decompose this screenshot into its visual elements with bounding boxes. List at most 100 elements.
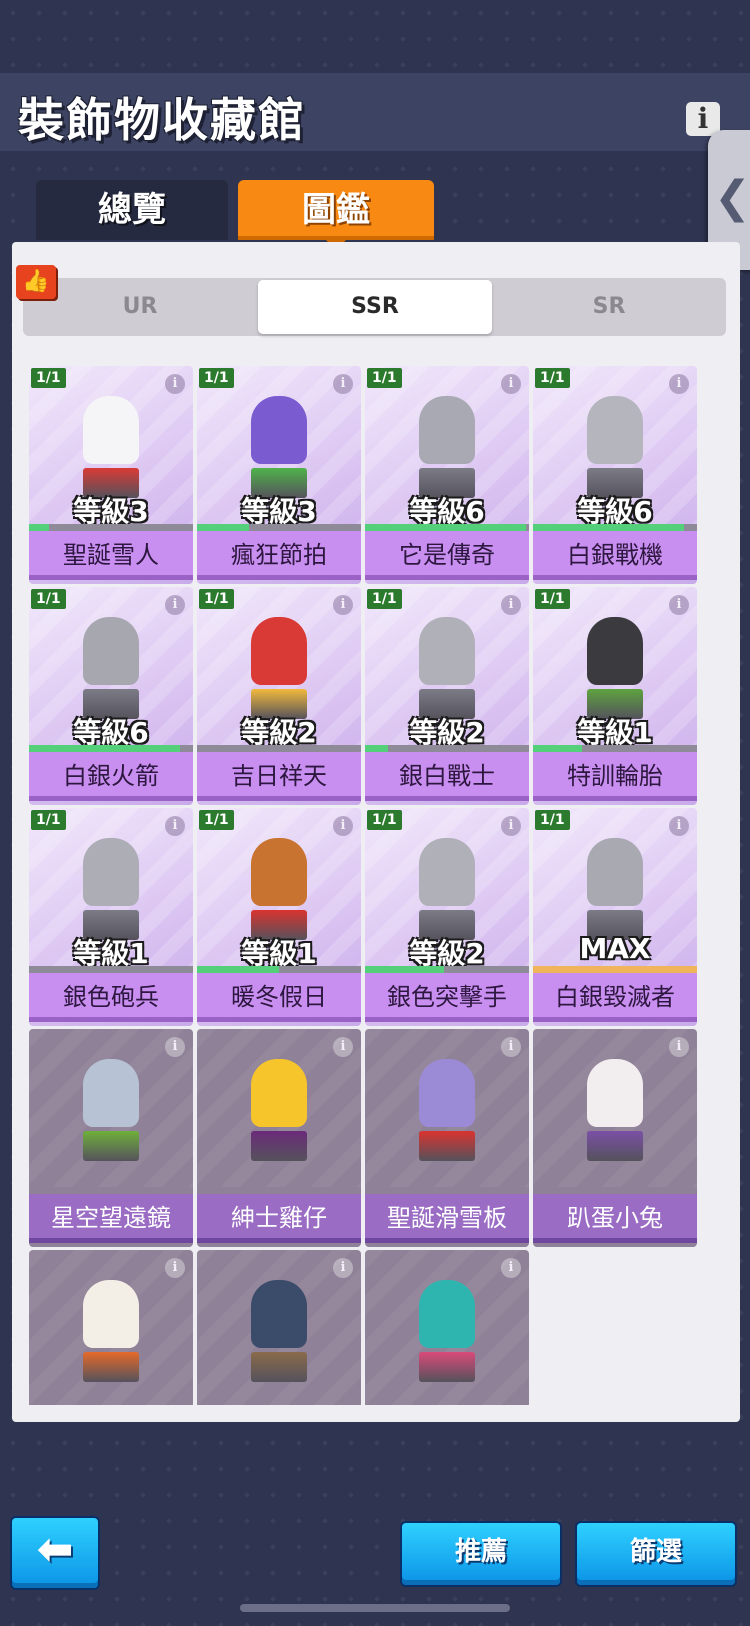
decoration-name: 白銀火箭 xyxy=(29,752,193,801)
decoration-card[interactable]: i 趴蛋小兔 xyxy=(533,1029,697,1247)
decoration-image xyxy=(565,388,665,500)
decoration-card[interactable]: 1/1 i 等級1 暖冬假日 xyxy=(197,808,361,1026)
decoration-card[interactable]: i 紳士雞仔 xyxy=(197,1029,361,1247)
level-progress-bar xyxy=(197,745,361,752)
decoration-name: 白銀戰機 xyxy=(533,531,697,580)
decoration-card[interactable]: 1/1 i 等級2 吉日祥天 xyxy=(197,587,361,805)
info-icon[interactable]: i xyxy=(501,1258,521,1278)
decoration-card[interactable]: i xyxy=(197,1250,361,1405)
decoration-card[interactable]: i xyxy=(29,1250,193,1405)
arrow-left-icon: ⬅ xyxy=(36,1524,74,1575)
info-icon[interactable]: i xyxy=(501,374,521,394)
count-badge: 1/1 xyxy=(31,589,66,609)
level-progress-bar xyxy=(533,524,697,531)
decoration-image xyxy=(397,1051,497,1163)
decoration-card[interactable]: 1/1 i MAX 白銀毀滅者 xyxy=(533,808,697,1026)
decoration-card[interactable]: 1/1 i 等級2 銀色突擊手 xyxy=(365,808,529,1026)
decoration-name: 銀白戰士 xyxy=(365,752,529,801)
decoration-card[interactable]: i 星空望遠鏡 xyxy=(29,1029,193,1247)
info-icon[interactable]: i xyxy=(333,1037,353,1057)
info-icon[interactable]: i xyxy=(501,1037,521,1057)
rarity-tab-ur[interactable]: UR xyxy=(23,278,257,336)
tab-catalog[interactable]: 圖鑑 xyxy=(238,180,434,250)
tab-overview[interactable]: 總覽 xyxy=(36,180,228,240)
decoration-image xyxy=(565,1051,665,1163)
filter-button[interactable]: 篩選 xyxy=(577,1523,735,1585)
level-progress-bar xyxy=(29,745,193,752)
decoration-image xyxy=(229,1051,329,1163)
decoration-image xyxy=(61,830,161,942)
decoration-card[interactable]: 1/1 i 等級6 它是傳奇 xyxy=(365,366,529,584)
count-badge: 1/1 xyxy=(199,589,234,609)
rarity-tab-sr[interactable]: SR xyxy=(492,278,726,336)
decoration-card[interactable]: 1/1 i 等級1 銀色砲兵 xyxy=(29,808,193,1026)
decoration-name: 星空望遠鏡 xyxy=(29,1194,193,1243)
decoration-card[interactable]: 1/1 i 等級3 聖誕雪人 xyxy=(29,366,193,584)
info-icon[interactable]: i xyxy=(669,816,689,836)
decoration-card[interactable]: i 聖誕滑雪板 xyxy=(365,1029,529,1247)
level-progress-bar xyxy=(365,745,529,752)
decoration-image xyxy=(397,1272,497,1384)
level-progress-bar xyxy=(365,524,529,531)
decoration-image xyxy=(229,609,329,721)
decoration-image xyxy=(61,1051,161,1163)
count-badge: 1/1 xyxy=(367,368,402,388)
count-badge: 1/1 xyxy=(535,810,570,830)
decoration-card[interactable]: 1/1 i 等級3 瘋狂節拍 xyxy=(197,366,361,584)
decoration-image xyxy=(397,609,497,721)
decoration-name: 紳士雞仔 xyxy=(197,1194,361,1243)
info-icon[interactable]: i xyxy=(501,595,521,615)
decoration-name: 聖誕雪人 xyxy=(29,531,193,580)
info-icon[interactable]: i xyxy=(669,1037,689,1057)
count-badge: 1/1 xyxy=(199,810,234,830)
decoration-card[interactable]: 1/1 i 等級2 銀白戰士 xyxy=(365,587,529,805)
decoration-name: 暖冬假日 xyxy=(197,973,361,1022)
count-badge: 1/1 xyxy=(199,368,234,388)
recommend-button[interactable]: 推薦 xyxy=(402,1523,560,1585)
info-icon[interactable]: i xyxy=(333,1258,353,1278)
decoration-image xyxy=(229,1272,329,1384)
decoration-image xyxy=(61,1272,161,1384)
info-icon[interactable]: i xyxy=(333,595,353,615)
info-icon[interactable]: i xyxy=(501,816,521,836)
level-progress-bar xyxy=(533,966,697,973)
decoration-name: 它是傳奇 xyxy=(365,531,529,580)
level-progress-bar xyxy=(197,524,361,531)
decoration-card[interactable]: 1/1 i 等級6 白銀戰機 xyxy=(533,366,697,584)
decoration-name: 瘋狂節拍 xyxy=(197,531,361,580)
page-title: 裝飾物收藏館 xyxy=(18,93,306,147)
back-button[interactable]: ⬅ xyxy=(12,1518,98,1588)
decoration-image xyxy=(565,830,665,942)
level-progress-bar xyxy=(197,966,361,973)
decoration-grid: 1/1 i 等級3 聖誕雪人 1/1 i 等級3 瘋狂節拍 1/1 i 等級6 它是傳奇 1/1 i 等級6… xyxy=(12,355,740,1405)
decoration-card[interactable]: i xyxy=(365,1250,529,1405)
info-icon[interactable]: i xyxy=(165,816,185,836)
info-icon[interactable]: i xyxy=(669,595,689,615)
home-indicator xyxy=(240,1604,510,1612)
info-icon[interactable]: i xyxy=(165,1037,185,1057)
decoration-image xyxy=(61,609,161,721)
count-badge: 1/1 xyxy=(31,368,66,388)
info-icon[interactable]: i xyxy=(165,374,185,394)
decoration-image xyxy=(565,609,665,721)
info-icon[interactable]: i xyxy=(165,1258,185,1278)
info-icon[interactable]: i xyxy=(333,374,353,394)
decoration-card[interactable]: 1/1 i 等級6 白銀火箭 xyxy=(29,587,193,805)
decoration-name: 聖誕滑雪板 xyxy=(365,1194,529,1243)
decoration-image xyxy=(397,388,497,500)
thumbs-up-icon: 👍 xyxy=(16,265,56,299)
level-progress-bar xyxy=(29,524,193,531)
level-progress-bar xyxy=(365,966,529,973)
decoration-name: 趴蛋小兔 xyxy=(533,1194,697,1243)
rarity-tab-ssr[interactable]: SSR xyxy=(258,280,492,334)
decoration-image xyxy=(397,830,497,942)
info-icon[interactable]: i xyxy=(686,102,720,136)
level-label: MAX xyxy=(579,932,651,965)
info-icon[interactable]: i xyxy=(669,374,689,394)
level-progress-bar xyxy=(29,966,193,973)
count-badge: 1/1 xyxy=(31,810,66,830)
decoration-card[interactable]: 1/1 i 等級1 特訓輪胎 xyxy=(533,587,697,805)
count-badge: 1/1 xyxy=(535,368,570,388)
info-icon[interactable]: i xyxy=(165,595,185,615)
info-icon[interactable]: i xyxy=(333,816,353,836)
